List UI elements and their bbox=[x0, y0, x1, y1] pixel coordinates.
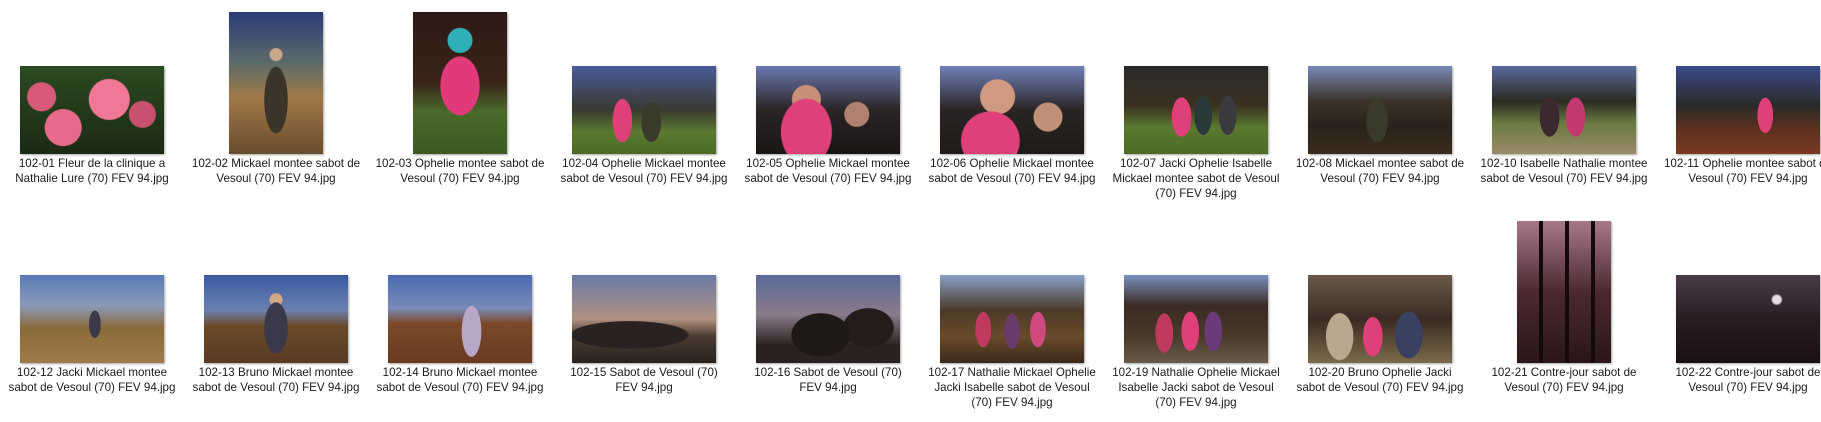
file-name-label: 102-10 Isabelle Nathalie montee sabot de… bbox=[1480, 157, 1648, 185]
file-item[interactable]: 102-02 Mickael montee sabot de Vesoul (7… bbox=[184, 4, 368, 208]
file-item[interactable]: 102-06 Ophelie Mickael montee sabot de V… bbox=[920, 4, 1104, 208]
thumbnail-frame bbox=[1104, 213, 1288, 363]
photo-thumbnail[interactable] bbox=[572, 275, 716, 363]
photo-thumbnail[interactable] bbox=[1124, 66, 1268, 154]
photo-thumbnail[interactable] bbox=[1308, 275, 1452, 363]
photo-thumbnail[interactable] bbox=[204, 275, 348, 363]
photo-thumbnail[interactable] bbox=[1676, 275, 1820, 363]
file-item[interactable]: 102-05 Ophelie Mickael montee sabot de V… bbox=[736, 4, 920, 208]
file-item[interactable]: 102-11 Ophelie montee sabot de Vesoul (7… bbox=[1656, 4, 1821, 208]
thumbnail-frame bbox=[1472, 4, 1656, 154]
file-item[interactable]: 102-19 Nathalie Ophelie Mickael Isabelle… bbox=[1104, 213, 1288, 417]
file-name-label: 102-07 Jacki Ophelie Isabelle Mickael mo… bbox=[1112, 157, 1280, 200]
thumbnail-frame bbox=[1472, 213, 1656, 363]
file-name-label: 102-16 Sabot de Vesoul (70) FEV 94.jpg bbox=[754, 366, 902, 394]
file-name-label: 102-08 Mickael montee sabot de Vesoul (7… bbox=[1295, 157, 1465, 185]
file-item[interactable]: 102-01 Fleur de la clinique a Nathalie L… bbox=[0, 4, 184, 208]
file-name-label: 102-20 Bruno Ophelie Jacki sabot de Veso… bbox=[1296, 366, 1464, 394]
file-item[interactable]: 102-07 Jacki Ophelie Isabelle Mickael mo… bbox=[1104, 4, 1288, 208]
thumbnail-row-1: 102-01 Fleur de la clinique a Nathalie L… bbox=[0, 4, 1821, 208]
thumbnail-frame bbox=[368, 213, 552, 363]
file-name-label: 102-05 Ophelie Mickael montee sabot de V… bbox=[744, 157, 912, 185]
photo-thumbnail[interactable] bbox=[756, 275, 900, 363]
thumbnail-frame bbox=[1288, 213, 1472, 363]
file-name-label: 102-04 Ophelie Mickael montee sabot de V… bbox=[560, 157, 728, 185]
file-item[interactable]: 102-04 Ophelie Mickael montee sabot de V… bbox=[552, 4, 736, 208]
thumbnail-frame bbox=[552, 4, 736, 154]
photo-thumbnail[interactable] bbox=[1676, 66, 1820, 154]
file-name-label: 102-03 Ophelie montee sabot de Vesoul (7… bbox=[375, 157, 545, 185]
photo-thumbnail[interactable] bbox=[20, 275, 164, 363]
thumbnail-frame bbox=[0, 213, 184, 363]
thumbnail-frame bbox=[920, 213, 1104, 363]
thumbnail-frame bbox=[920, 4, 1104, 154]
photo-thumbnail[interactable] bbox=[940, 66, 1084, 154]
thumbnail-frame bbox=[736, 4, 920, 154]
file-name-label: 102-22 Contre-jour sabot de Vesoul (70) … bbox=[1675, 366, 1821, 394]
file-thumbnail-grid: 102-01 Fleur de la clinique a Nathalie L… bbox=[0, 0, 1821, 422]
thumbnail-frame bbox=[1656, 213, 1821, 363]
thumbnail-frame bbox=[184, 213, 368, 363]
file-name-label: 102-17 Nathalie Mickael Ophelie Jacki Is… bbox=[928, 366, 1096, 409]
file-name-label: 102-06 Ophelie Mickael montee sabot de V… bbox=[928, 157, 1096, 185]
file-item[interactable]: 102-13 Bruno Mickael montee sabot de Ves… bbox=[184, 213, 368, 417]
file-item[interactable]: 102-17 Nathalie Mickael Ophelie Jacki Is… bbox=[920, 213, 1104, 417]
file-name-label: 102-02 Mickael montee sabot de Vesoul (7… bbox=[191, 157, 361, 185]
thumbnail-frame bbox=[0, 4, 184, 154]
file-item[interactable]: 102-21 Contre-jour sabot de Vesoul (70) … bbox=[1472, 213, 1656, 417]
photo-thumbnail[interactable] bbox=[940, 275, 1084, 363]
thumbnail-frame bbox=[1288, 4, 1472, 154]
file-item[interactable]: 102-10 Isabelle Nathalie montee sabot de… bbox=[1472, 4, 1656, 208]
thumbnail-frame bbox=[184, 4, 368, 154]
photo-thumbnail[interactable] bbox=[1308, 66, 1452, 154]
file-item[interactable]: 102-22 Contre-jour sabot de Vesoul (70) … bbox=[1656, 213, 1821, 417]
photo-thumbnail[interactable] bbox=[229, 12, 323, 154]
thumbnail-frame bbox=[368, 4, 552, 154]
file-item[interactable]: 102-03 Ophelie montee sabot de Vesoul (7… bbox=[368, 4, 552, 208]
file-name-label: 102-15 Sabot de Vesoul (70) FEV 94.jpg bbox=[570, 366, 718, 394]
photo-thumbnail[interactable] bbox=[572, 66, 716, 154]
file-item[interactable]: 102-16 Sabot de Vesoul (70) FEV 94.jpg bbox=[736, 213, 920, 417]
file-name-label: 102-14 Bruno Mickael montee sabot de Ves… bbox=[376, 366, 544, 394]
file-item[interactable]: 102-08 Mickael montee sabot de Vesoul (7… bbox=[1288, 4, 1472, 208]
file-name-label: 102-01 Fleur de la clinique a Nathalie L… bbox=[15, 157, 169, 185]
thumbnail-frame bbox=[1656, 4, 1821, 154]
file-item[interactable]: 102-15 Sabot de Vesoul (70) FEV 94.jpg bbox=[552, 213, 736, 417]
file-name-label: 102-13 Bruno Mickael montee sabot de Ves… bbox=[192, 366, 360, 394]
file-name-label: 102-21 Contre-jour sabot de Vesoul (70) … bbox=[1491, 366, 1637, 394]
file-name-label: 102-19 Nathalie Ophelie Mickael Isabelle… bbox=[1112, 366, 1280, 409]
photo-thumbnail[interactable] bbox=[1492, 66, 1636, 154]
thumbnail-frame bbox=[552, 213, 736, 363]
photo-thumbnail[interactable] bbox=[388, 275, 532, 363]
thumbnail-frame bbox=[736, 213, 920, 363]
photo-thumbnail[interactable] bbox=[1517, 221, 1611, 363]
thumbnail-frame bbox=[1104, 4, 1288, 154]
photo-thumbnail[interactable] bbox=[1124, 275, 1268, 363]
file-item[interactable]: 102-20 Bruno Ophelie Jacki sabot de Veso… bbox=[1288, 213, 1472, 417]
photo-thumbnail[interactable] bbox=[20, 66, 164, 154]
file-name-label: 102-11 Ophelie montee sabot de Vesoul (7… bbox=[1663, 157, 1821, 185]
file-item[interactable]: 102-12 Jacki Mickael montee sabot de Ves… bbox=[0, 213, 184, 417]
photo-thumbnail[interactable] bbox=[756, 66, 900, 154]
photo-thumbnail[interactable] bbox=[413, 12, 507, 154]
file-name-label: 102-12 Jacki Mickael montee sabot de Ves… bbox=[8, 366, 176, 394]
file-item[interactable]: 102-14 Bruno Mickael montee sabot de Ves… bbox=[368, 213, 552, 417]
thumbnail-row-2: 102-12 Jacki Mickael montee sabot de Ves… bbox=[0, 213, 1821, 417]
